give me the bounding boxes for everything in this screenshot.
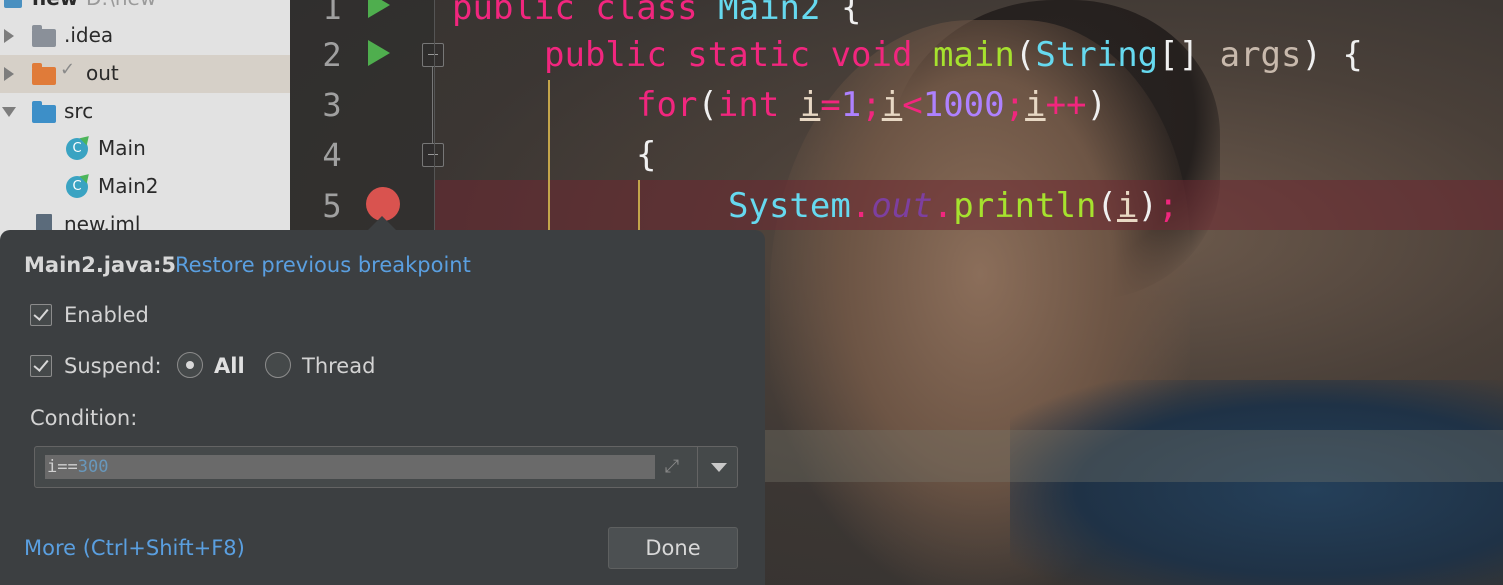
suspend-thread-radio[interactable] xyxy=(265,352,291,378)
fold-guide xyxy=(432,66,433,143)
enabled-checkbox[interactable] xyxy=(30,304,52,326)
operator: < xyxy=(902,85,923,125)
brackets: [] xyxy=(1158,35,1200,75)
code-line-2[interactable]: public static void main(String[] args) { xyxy=(544,30,1363,80)
breakpoint-popup: Main2.java:5 Restore previous breakpoint… xyxy=(0,230,765,585)
run-icon[interactable] xyxy=(368,40,390,66)
paren: ) xyxy=(1137,186,1158,226)
brace: { xyxy=(636,135,657,175)
variable: i xyxy=(881,85,903,125)
indent-guide xyxy=(548,80,550,235)
code-line-1[interactable]: public class Main2 { xyxy=(452,0,861,33)
paren: ( xyxy=(1014,35,1036,75)
keyword: int xyxy=(717,85,780,125)
line-number: 5 xyxy=(322,187,342,225)
line-number: 1 xyxy=(322,0,342,27)
operator: ++ xyxy=(1045,85,1087,125)
variable: i xyxy=(1117,186,1138,226)
code-line-4[interactable]: { xyxy=(636,130,656,180)
source-folder-icon xyxy=(32,101,56,123)
keyword: public class xyxy=(452,0,698,28)
java-class-icon: C xyxy=(66,138,88,160)
fold-icon[interactable] xyxy=(422,43,444,67)
run-icon[interactable] xyxy=(368,0,390,18)
code-line-5[interactable]: System.out.println(i); xyxy=(728,181,1178,231)
tree-item-out[interactable]: ✓ out xyxy=(0,55,290,93)
enabled-label: Enabled xyxy=(64,303,149,327)
expand-icon[interactable]: ⤢ xyxy=(661,456,683,478)
expand-arrow-icon[interactable] xyxy=(4,29,14,43)
background-image-shirt xyxy=(1010,380,1503,585)
method-name: main xyxy=(932,35,1015,75)
text-selection xyxy=(45,455,655,479)
line-number: 2 xyxy=(322,36,342,74)
indent-guide xyxy=(638,180,640,235)
suspend-checkbox[interactable] xyxy=(30,355,52,377)
condition-input[interactable]: i==300 ⤢ xyxy=(34,446,738,488)
class-name: System xyxy=(728,186,851,226)
dot: . xyxy=(932,186,954,226)
tree-root-label: new xyxy=(32,0,78,10)
done-button[interactable]: Done xyxy=(608,527,738,569)
chevron-down-icon[interactable] xyxy=(711,463,727,472)
suspend-thread-label: Thread xyxy=(302,354,376,378)
tree-item-main2[interactable]: C Main2 xyxy=(0,168,290,206)
caret-row-highlight xyxy=(765,430,1503,482)
tree-item-main[interactable]: C Main xyxy=(0,130,290,168)
type-name: String xyxy=(1035,35,1159,75)
folder-icon xyxy=(32,25,56,47)
brace: { xyxy=(840,0,862,28)
static-field: out xyxy=(871,186,933,226)
suspend-all-label: All xyxy=(214,354,245,378)
keyword: public static void xyxy=(544,35,913,75)
tree-item-label: src xyxy=(64,99,94,123)
more-link[interactable]: More (Ctrl+Shift+F8) xyxy=(24,536,245,560)
condition-variable: i== xyxy=(47,457,78,477)
excluded-folder-icon xyxy=(32,63,56,85)
tree-root-path: D:\new xyxy=(86,0,156,10)
keyword: for xyxy=(636,85,698,125)
tree-item-label: Main xyxy=(98,136,146,160)
tree-item-label: Main2 xyxy=(98,174,159,198)
paren: ) { xyxy=(1301,35,1363,75)
expand-arrow-icon[interactable] xyxy=(4,67,14,81)
tree-item-label: .idea xyxy=(64,23,114,47)
number: 1000 xyxy=(922,85,1005,125)
parameter: args xyxy=(1219,35,1302,75)
suspend-all-radio[interactable] xyxy=(177,352,203,378)
paren: ( xyxy=(1096,186,1117,226)
suspend-label: Suspend: xyxy=(64,354,162,378)
variable: i xyxy=(799,85,821,125)
line-number: 4 xyxy=(322,136,342,174)
collapse-arrow-icon[interactable] xyxy=(2,107,16,117)
code-line-3[interactable]: for(int i=1;i<1000;i++) xyxy=(636,80,1107,130)
class-name: Main2 xyxy=(718,0,821,28)
operator: = xyxy=(820,85,841,125)
java-class-icon: C xyxy=(66,176,88,198)
module-icon xyxy=(4,0,22,8)
tree-item-label: out xyxy=(86,61,119,85)
variable: i xyxy=(1025,85,1046,125)
paren: ) xyxy=(1086,85,1108,125)
dot: . xyxy=(850,186,872,226)
condition-label: Condition: xyxy=(30,406,138,430)
semicolon: ; xyxy=(1157,186,1179,226)
method-name: println xyxy=(953,186,1097,226)
line-number: 3 xyxy=(322,86,342,124)
tree-item-src[interactable]: src xyxy=(0,93,290,131)
condition-expression[interactable]: i==300 xyxy=(47,455,108,479)
tree-item-idea[interactable]: .idea xyxy=(0,17,290,55)
number: 1 xyxy=(840,85,862,125)
paren: ( xyxy=(697,85,718,125)
fold-icon[interactable] xyxy=(422,143,444,167)
semicolon: ; xyxy=(1004,85,1026,125)
condition-number: 300 xyxy=(77,457,109,477)
semicolon: ; xyxy=(861,85,882,125)
restore-breakpoint-link[interactable]: Restore previous breakpoint xyxy=(175,253,471,277)
checkmark-icon: ✓ xyxy=(60,59,76,80)
breakpoint-location: Main2.java:5 xyxy=(24,253,177,277)
popup-pointer xyxy=(368,216,396,230)
field-divider xyxy=(697,447,698,487)
